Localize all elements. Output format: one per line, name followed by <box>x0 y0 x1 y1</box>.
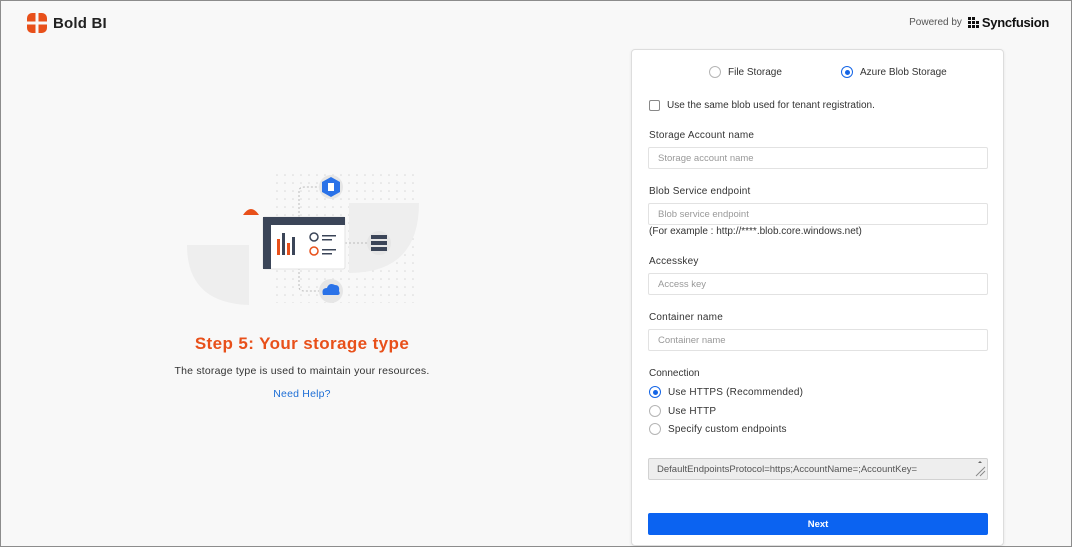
file-storage-label: File Storage <box>728 66 782 78</box>
custom-endpoints-option[interactable]: Specify custom endpoints <box>649 423 787 435</box>
https-radio[interactable] <box>649 386 661 398</box>
storage-type-selector: File Storage Azure Blob Storage <box>632 66 1003 80</box>
same-blob-checkbox[interactable] <box>649 100 660 111</box>
hexagon-storage-icon <box>319 175 343 199</box>
same-blob-label: Use the same blob used for tenant regist… <box>667 100 875 111</box>
connection-string-textarea[interactable]: DefaultEndpointsProtocol=https;AccountNa… <box>648 458 988 480</box>
account-name-label: Storage Account name <box>649 130 755 141</box>
container-name-label: Container name <box>649 312 723 323</box>
access-key-label: Accesskey <box>649 256 699 267</box>
https-label: Use HTTPS (Recommended) <box>668 386 804 398</box>
step-title: Step 5: Your storage type <box>194 334 410 353</box>
bold-bi-logo-icon <box>27 13 47 33</box>
azure-blob-storage-option[interactable]: Azure Blob Storage <box>841 66 947 78</box>
powered-by: Powered by Syncfusion <box>909 15 1049 30</box>
powered-by-label: Powered by <box>909 17 962 28</box>
http-radio[interactable] <box>649 405 661 417</box>
blob-endpoint-label: Blob Service endpoint <box>649 186 751 197</box>
blob-endpoint-input[interactable] <box>648 203 988 225</box>
brand[interactable]: Bold BI <box>27 13 107 33</box>
syncfusion-logo[interactable]: Syncfusion <box>967 15 1049 30</box>
syncfusion-brand: Syncfusion <box>981 15 1049 30</box>
container-name-input[interactable] <box>648 329 988 351</box>
server-icon <box>367 231 391 255</box>
top-bar: Bold BI Powered by Syncfusion <box>1 1 1071 45</box>
storage-form-panel: File Storage Azure Blob Storage Use the … <box>631 49 1004 546</box>
cloud-icon <box>319 279 343 303</box>
custom-endpoints-label: Specify custom endpoints <box>668 423 787 435</box>
step-description: The storage type is used to maintain you… <box>174 365 430 377</box>
azure-blob-storage-label: Azure Blob Storage <box>860 66 947 78</box>
http-option[interactable]: Use HTTP <box>649 405 716 417</box>
file-storage-option[interactable]: File Storage <box>709 66 782 78</box>
storage-illustration <box>179 173 425 313</box>
blob-endpoint-hint: (For example : http://****.blob.core.win… <box>649 226 862 237</box>
syncfusion-logo-icon <box>967 16 979 28</box>
https-option[interactable]: Use HTTPS (Recommended) <box>649 386 803 398</box>
same-blob-checkbox-row[interactable]: Use the same blob used for tenant regist… <box>649 100 875 111</box>
resize-handle-icon[interactable] <box>972 460 986 478</box>
cloud-warning-icon <box>243 209 259 215</box>
access-key-input[interactable] <box>648 273 988 295</box>
brand-name: Bold BI <box>53 14 107 32</box>
custom-endpoints-radio[interactable] <box>649 423 661 435</box>
dashboard-window-icon <box>262 216 346 270</box>
need-help-link[interactable]: Need Help? <box>1 388 603 400</box>
azure-blob-storage-radio[interactable] <box>841 66 853 78</box>
http-label: Use HTTP <box>668 405 717 417</box>
file-storage-radio[interactable] <box>709 66 721 78</box>
next-button[interactable]: Next <box>648 513 988 535</box>
connection-label: Connection <box>649 368 700 379</box>
account-name-input[interactable] <box>648 147 988 169</box>
